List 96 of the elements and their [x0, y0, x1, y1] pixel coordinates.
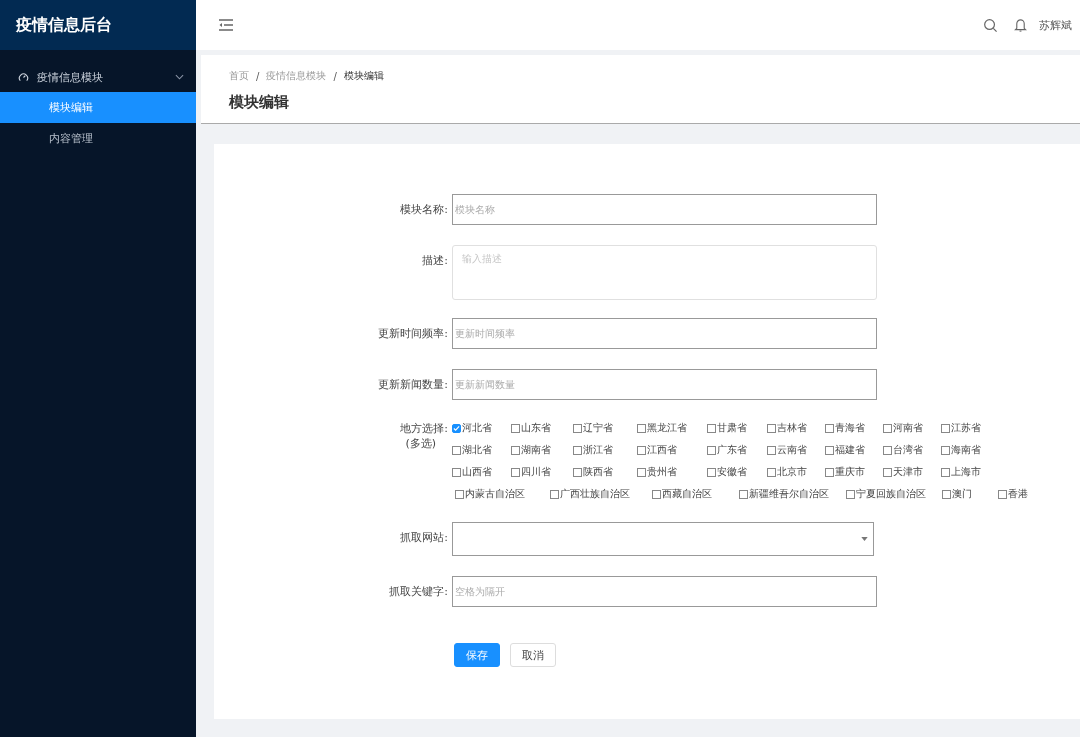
checkbox-option[interactable]: 山东省 — [511, 421, 573, 435]
field-hint: (多选) — [405, 436, 437, 451]
checkbox[interactable] — [941, 423, 950, 433]
breadcrumb-separator: / — [256, 70, 260, 82]
checkbox-option[interactable]: 西藏自治区 — [652, 487, 739, 501]
checkbox[interactable] — [767, 467, 776, 477]
checkbox[interactable] — [452, 445, 461, 455]
checkbox-option[interactable]: 四川省 — [511, 465, 573, 479]
checkbox-option[interactable]: 贵州省 — [637, 465, 707, 479]
checkbox[interactable] — [707, 467, 716, 477]
checkbox[interactable] — [941, 445, 950, 455]
checkbox-option[interactable]: 山西省 — [452, 465, 511, 479]
checkbox[interactable] — [550, 489, 559, 499]
checkbox[interactable] — [739, 489, 748, 499]
breadcrumb-separator: / — [333, 70, 337, 82]
checkbox-option[interactable]: 甘肃省 — [707, 421, 767, 435]
gauge-icon — [18, 71, 29, 83]
checkbox[interactable] — [452, 467, 461, 477]
checkbox-option[interactable]: 黑龙江省 — [637, 421, 707, 435]
page-title: 模块编辑 — [229, 93, 290, 112]
select-field[interactable] — [452, 522, 874, 556]
checkbox-option[interactable]: 湖北省 — [452, 443, 511, 457]
app-title: 疫情信息后台 — [0, 0, 196, 50]
checkbox[interactable] — [452, 423, 461, 433]
checkbox[interactable] — [637, 467, 646, 477]
checkbox[interactable] — [825, 445, 834, 455]
checkbox[interactable] — [707, 445, 716, 455]
input-field[interactable]: 更新时间频率 — [452, 318, 877, 349]
checkbox-option[interactable]: 内蒙古自治区 — [455, 487, 550, 501]
checkbox[interactable] — [455, 489, 464, 499]
checkbox[interactable] — [767, 423, 776, 433]
search-icon[interactable] — [983, 17, 998, 33]
user-name[interactable]: 苏辉斌 — [1039, 17, 1072, 33]
field-label: 地方选择: — [400, 421, 448, 436]
checkbox[interactable] — [825, 467, 834, 477]
checkbox-option[interactable]: 江苏省 — [941, 421, 1001, 435]
checkbox-option[interactable]: 台湾省 — [883, 443, 941, 457]
checkbox[interactable] — [942, 489, 951, 499]
checkbox-option[interactable]: 湖南省 — [511, 443, 573, 457]
cancel-button[interactable]: 取消 — [510, 643, 556, 667]
checkbox[interactable] — [941, 467, 950, 477]
field-label: 模块名称: — [400, 202, 448, 217]
checkbox-option[interactable]: 香港 — [998, 487, 1038, 501]
menu-item[interactable]: 内容管理 — [0, 123, 196, 154]
checkbox-option[interactable]: 宁夏回族自治区 — [846, 487, 942, 501]
field-label: 描述: — [422, 253, 448, 268]
caret-icon — [861, 537, 868, 541]
checkbox-option[interactable]: 浙江省 — [573, 443, 637, 457]
checkbox[interactable] — [573, 423, 582, 433]
checkbox-option[interactable]: 云南省 — [767, 443, 825, 457]
menu-group-label: 疫情信息模块 — [37, 69, 104, 85]
checkbox[interactable] — [825, 423, 834, 433]
checkbox-option[interactable]: 陕西省 — [573, 465, 637, 479]
checkbox[interactable] — [511, 423, 520, 433]
checkbox-option[interactable]: 重庆市 — [825, 465, 883, 479]
checkbox-option[interactable]: 江西省 — [637, 443, 707, 457]
checkbox[interactable] — [573, 467, 582, 477]
checkbox-option[interactable]: 天津市 — [883, 465, 941, 479]
checkbox-option[interactable]: 吉林省 — [767, 421, 825, 435]
checkbox-option[interactable]: 辽宁省 — [573, 421, 637, 435]
checkbox-option[interactable]: 新疆维吾尔自治区 — [739, 487, 846, 501]
checkbox[interactable] — [637, 445, 646, 455]
menu-group[interactable]: 疫情信息模块 — [0, 62, 196, 92]
checkbox[interactable] — [707, 423, 716, 433]
checkbox[interactable] — [998, 489, 1007, 499]
checkbox-option[interactable]: 河北省 — [452, 421, 511, 435]
checkbox[interactable] — [846, 489, 855, 499]
input-field[interactable]: 空格为隔开 — [452, 576, 877, 607]
checkbox[interactable] — [883, 467, 892, 477]
input-field[interactable]: 更新新闻数量 — [452, 369, 877, 400]
checkbox-option[interactable]: 广东省 — [707, 443, 767, 457]
checkbox[interactable] — [767, 445, 776, 455]
field-label: 更新新闻数量: — [378, 377, 448, 392]
checkbox-option[interactable]: 青海省 — [825, 421, 883, 435]
checkbox-option[interactable]: 北京市 — [767, 465, 825, 479]
checkbox-option[interactable]: 安徽省 — [707, 465, 767, 479]
checkbox-option[interactable]: 澳门 — [942, 487, 998, 501]
field-label: 抓取关键字: — [389, 584, 448, 599]
input-field[interactable]: 模块名称 — [452, 194, 877, 225]
field-label: 抓取网站: — [400, 530, 448, 545]
checkbox[interactable] — [637, 423, 646, 433]
checkbox-option[interactable]: 上海市 — [941, 465, 1001, 479]
checkbox[interactable] — [883, 423, 892, 433]
checkbox-option[interactable]: 福建省 — [825, 443, 883, 457]
checkbox[interactable] — [883, 445, 892, 455]
checkbox-option[interactable]: 河南省 — [883, 421, 941, 435]
checkbox[interactable] — [573, 445, 582, 455]
breadcrumb-item: 模块编辑 — [343, 69, 384, 83]
checkbox[interactable] — [652, 489, 661, 499]
checkbox-option[interactable]: 广西壮族自治区 — [550, 487, 652, 501]
menu-icon[interactable] — [218, 19, 234, 31]
checkbox[interactable] — [511, 445, 520, 455]
field-label: 更新时间频率: — [378, 326, 448, 341]
bell-icon[interactable] — [1014, 17, 1027, 33]
checkbox-option[interactable]: 海南省 — [941, 443, 1001, 457]
checkbox[interactable] — [511, 467, 520, 477]
